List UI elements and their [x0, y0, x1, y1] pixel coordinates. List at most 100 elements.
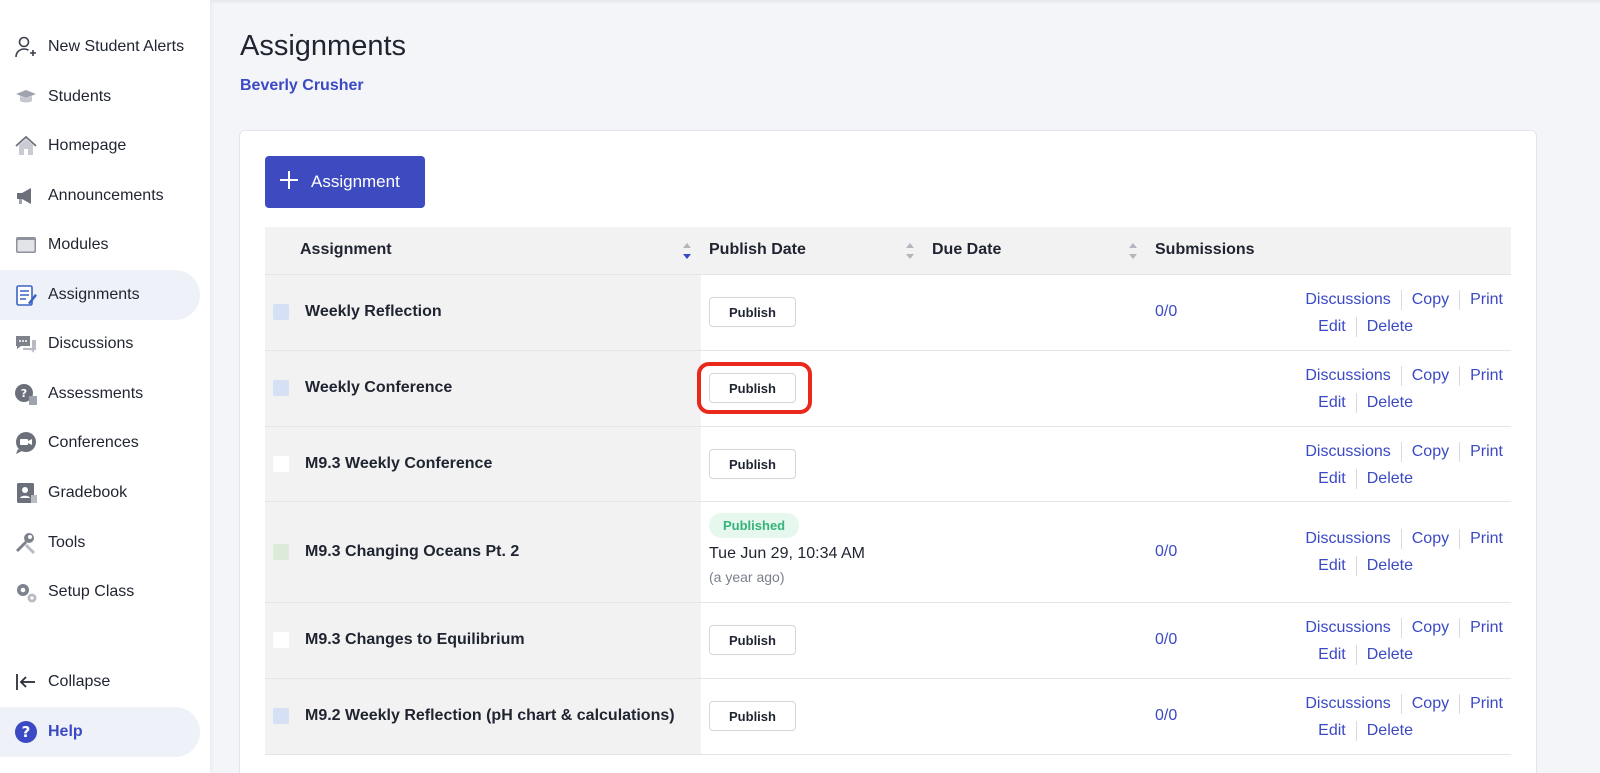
assignment-name[interactable]: M9.2 Weekly Reflection (pH chart & calcu…	[305, 707, 675, 725]
assignment-name[interactable]: M9.3 Changes to Equilibrium	[305, 631, 525, 649]
sidebar-item-announcements[interactable]: Announcements	[0, 171, 200, 221]
collapse-arrow-icon	[13, 670, 39, 694]
graduation-cap-icon	[13, 85, 39, 109]
delete-link[interactable]: Delete	[1357, 470, 1413, 488]
sidebar-item-homepage[interactable]: Homepage	[0, 121, 200, 171]
delete-link[interactable]: Delete	[1357, 318, 1413, 336]
edit-link[interactable]: Edit	[1308, 470, 1356, 488]
edit-link[interactable]: Edit	[1308, 394, 1356, 412]
print-link[interactable]: Print	[1460, 443, 1503, 461]
row-checkbox[interactable]	[273, 304, 289, 320]
user-add-icon	[13, 35, 39, 59]
assignments-table: Assignment Publish Date Due Date Submiss…	[265, 227, 1511, 755]
edit-link[interactable]: Edit	[1308, 722, 1356, 740]
chat-bubbles-icon	[13, 332, 39, 356]
assignment-name[interactable]: M9.3 Weekly Conference	[305, 455, 492, 473]
publish-button[interactable]: Publish	[709, 373, 796, 403]
column-header-publish-date[interactable]: Publish Date	[709, 241, 806, 259]
discussions-link[interactable]: Discussions	[1295, 443, 1400, 461]
publish-button[interactable]: Publish	[709, 701, 796, 731]
sidebar-item-gradebook[interactable]: Gradebook	[0, 468, 200, 518]
copy-link[interactable]: Copy	[1402, 619, 1459, 637]
sidebar-item-tools[interactable]: Tools	[0, 518, 200, 568]
row-checkbox[interactable]	[273, 708, 289, 724]
row-checkbox[interactable]	[273, 632, 289, 648]
sidebar-item-students[interactable]: Students	[0, 72, 200, 122]
svg-text:?: ?	[21, 387, 27, 400]
discussions-link[interactable]: Discussions	[1295, 619, 1400, 637]
discussions-link[interactable]: Discussions	[1295, 695, 1400, 713]
teacher-name-link[interactable]: Beverly Crusher	[240, 77, 364, 95]
sort-icon[interactable]	[682, 242, 692, 260]
gears-icon	[13, 580, 39, 604]
table-row: Weekly Conference Publish Discussions Cop…	[265, 351, 1511, 427]
print-link[interactable]: Print	[1460, 291, 1503, 309]
sidebar-help[interactable]: ? Help	[0, 707, 200, 757]
published-badge: Published	[709, 513, 800, 538]
discussions-link[interactable]: Discussions	[1295, 291, 1400, 309]
delete-link[interactable]: Delete	[1357, 646, 1413, 664]
sidebar-collapse[interactable]: Collapse	[0, 657, 200, 707]
help-icon: ?	[13, 720, 39, 744]
edit-link[interactable]: Edit	[1308, 318, 1356, 336]
assignment-name[interactable]: Weekly Reflection	[305, 303, 442, 321]
sidebar-item-assessments[interactable]: ? Assessments	[0, 369, 200, 419]
sidebar-item-label: Modules	[48, 236, 109, 253]
copy-link[interactable]: Copy	[1402, 367, 1459, 385]
sort-icon[interactable]	[905, 242, 915, 260]
edit-link[interactable]: Edit	[1308, 557, 1356, 575]
sort-icon[interactable]	[1128, 242, 1138, 260]
copy-link[interactable]: Copy	[1402, 443, 1459, 461]
megaphone-icon	[13, 184, 39, 208]
publish-button[interactable]: Publish	[709, 297, 796, 327]
delete-link[interactable]: Delete	[1357, 394, 1413, 412]
collapse-label: Collapse	[48, 673, 111, 690]
row-actions: Discussions Copy Print Edit Delete	[1295, 525, 1503, 579]
add-assignment-button[interactable]: Assignment	[265, 156, 425, 208]
print-link[interactable]: Print	[1460, 367, 1503, 385]
sidebar-item-new-student-alerts[interactable]: New Student Alerts	[0, 22, 200, 72]
home-icon	[13, 134, 39, 158]
delete-link[interactable]: Delete	[1357, 722, 1413, 740]
sidebar-item-label: Setup Class	[48, 583, 135, 600]
assignment-name[interactable]: M9.3 Changing Oceans Pt. 2	[305, 543, 519, 561]
sidebar-item-assignments[interactable]: Assignments	[0, 270, 200, 320]
sidebar: New Student Alerts Students Homepage Ann…	[0, 0, 210, 773]
row-checkbox[interactable]	[273, 544, 289, 560]
print-link[interactable]: Print	[1460, 619, 1503, 637]
copy-link[interactable]: Copy	[1402, 530, 1459, 548]
assignment-name[interactable]: Weekly Conference	[305, 379, 452, 397]
submissions-link[interactable]: 0/0	[1155, 707, 1177, 725]
svg-text:?: ?	[22, 723, 31, 741]
assignment-icon	[13, 283, 39, 307]
sidebar-item-label: Tools	[48, 534, 86, 551]
publish-button[interactable]: Publish	[709, 449, 796, 479]
delete-link[interactable]: Delete	[1357, 557, 1413, 575]
column-header-assignment[interactable]: Assignment	[300, 241, 392, 259]
submissions-link[interactable]: 0/0	[1155, 543, 1177, 561]
sidebar-item-setup-class[interactable]: Setup Class	[0, 567, 200, 617]
help-label: Help	[48, 723, 83, 740]
row-checkbox[interactable]	[273, 456, 289, 472]
table-row: M9.2 Weekly Reflection (pH chart & calcu…	[265, 679, 1511, 755]
sidebar-item-discussions[interactable]: Discussions	[0, 319, 200, 369]
copy-link[interactable]: Copy	[1402, 695, 1459, 713]
add-assignment-label: Assignment	[311, 172, 400, 191]
print-link[interactable]: Print	[1460, 530, 1503, 548]
column-header-submissions: Submissions	[1155, 241, 1255, 258]
submissions-link[interactable]: 0/0	[1155, 303, 1177, 321]
publish-button[interactable]: Publish	[709, 625, 796, 655]
discussions-link[interactable]: Discussions	[1295, 367, 1400, 385]
discussions-link[interactable]: Discussions	[1295, 530, 1400, 548]
submissions-link[interactable]: 0/0	[1155, 631, 1177, 649]
sidebar-item-conferences[interactable]: Conferences	[0, 418, 200, 468]
publish-date: Tue Jun 29, 10:34 AM	[709, 545, 865, 562]
sidebar-item-modules[interactable]: Modules	[0, 220, 200, 270]
print-link[interactable]: Print	[1460, 695, 1503, 713]
edit-link[interactable]: Edit	[1308, 646, 1356, 664]
copy-link[interactable]: Copy	[1402, 291, 1459, 309]
sidebar-item-label: Assignments	[48, 286, 140, 303]
column-header-due-date[interactable]: Due Date	[932, 241, 1001, 259]
table-header: Assignment Publish Date Due Date Submiss…	[265, 227, 1511, 275]
row-checkbox[interactable]	[273, 380, 289, 396]
